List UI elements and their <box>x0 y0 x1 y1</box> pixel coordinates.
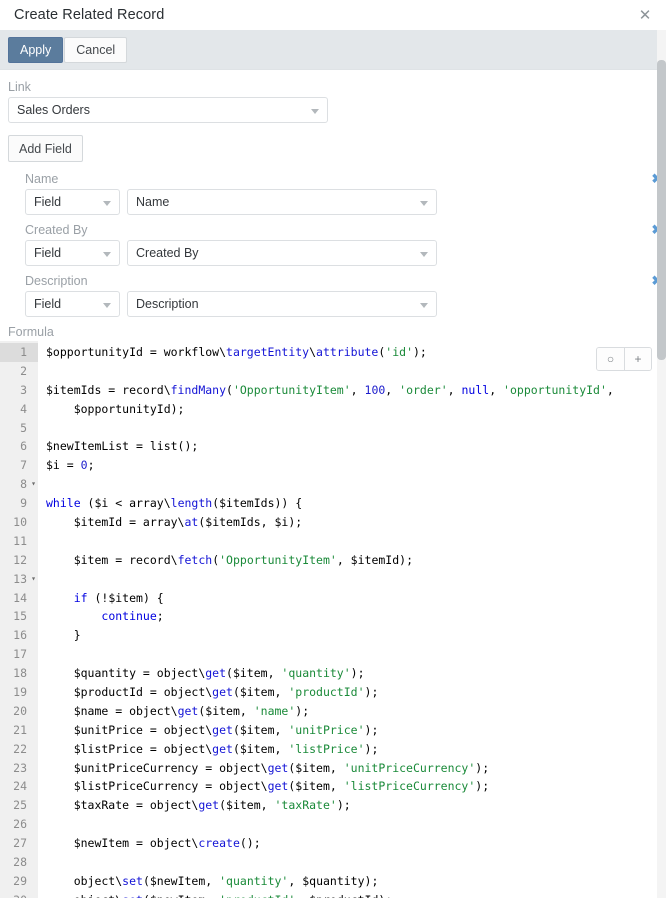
field-type-select[interactable]: Field <box>25 291 120 317</box>
line-number: 2 <box>20 363 27 378</box>
cancel-button[interactable]: Cancel <box>64 36 128 63</box>
field-row-label: Description <box>25 274 88 288</box>
line-number: 27 <box>13 836 27 851</box>
code-line: $quantity = object\get($item, 'quantity'… <box>46 666 365 681</box>
code-line: $productId = object\get($item, 'productI… <box>46 685 379 700</box>
code-line: while ($i < array\length($itemIds)) { <box>46 496 303 511</box>
line-number: 25 <box>13 798 27 813</box>
code-line: } <box>46 628 81 643</box>
table-row: Created By Field Created By ✖ <box>25 222 662 266</box>
field-value-select[interactable]: Name <box>127 189 437 215</box>
close-icon[interactable]: ✕ <box>633 3 657 27</box>
line-number: 6 <box>20 439 27 454</box>
table-row: Description Field Description ✖ <box>25 273 662 317</box>
code-line: $listPriceCurrency = object\get($item, '… <box>46 779 490 794</box>
scrollbar-thumb[interactable] <box>657 60 666 360</box>
code-line: $newItemList = list(); <box>46 439 199 454</box>
line-number: 8 ▾ <box>0 475 38 494</box>
line-number: 9 <box>20 496 27 511</box>
code-line: $itemId = array\at($itemIds, $i); <box>46 515 303 530</box>
field-type-select[interactable]: Field <box>25 240 120 266</box>
line-number: 7 <box>20 458 27 473</box>
code-line: $taxRate = object\get($item, 'taxRate'); <box>46 798 351 813</box>
line-number: 15 <box>13 609 27 624</box>
code-line: if (!$item) { <box>73 590 164 605</box>
dialog-body: Link Sales Orders Add Field Name Field N… <box>0 70 666 339</box>
dialog-header: Create Related Record ✕ <box>0 0 666 30</box>
code-line: $unitPriceCurrency = object\get($item, '… <box>46 760 490 775</box>
line-number: 24 <box>13 779 27 794</box>
code-line: $i = 0; <box>46 458 95 473</box>
code-line: $unitPrice = object\get($item, 'unitPric… <box>46 722 379 737</box>
table-row: Name Field Name ✖ <box>25 171 662 215</box>
link-field-group: Link Sales Orders <box>8 80 328 123</box>
apply-button[interactable]: Apply <box>8 36 64 63</box>
link-label: Link <box>8 80 31 94</box>
add-field-button[interactable]: Add Field <box>8 135 83 162</box>
line-number: 11 <box>13 533 27 548</box>
line-number: 18 <box>13 666 27 681</box>
code-content[interactable]: $opportunityId = workflow\targetEntity\a… <box>38 341 666 898</box>
code-line: $opportunityId = workflow\targetEntity\a… <box>46 345 427 359</box>
record-icon[interactable]: ○ <box>597 348 624 370</box>
line-number: 3 <box>20 382 27 397</box>
add-icon[interactable]: + <box>624 348 651 370</box>
line-number: 16 <box>13 628 27 643</box>
code-line: $newItem = object\create(); <box>46 836 261 851</box>
formula-label: Formula <box>8 325 54 339</box>
field-value-select[interactable]: Description <box>127 291 437 317</box>
line-number: 26 <box>13 817 27 832</box>
code-line: $itemIds = record\findMany('OpportunityI… <box>46 382 614 397</box>
line-number: 12 <box>13 552 27 567</box>
line-number: 1 <box>0 343 38 362</box>
fold-toggle-icon[interactable]: ▾ <box>31 475 36 494</box>
line-number: 29 <box>13 873 27 888</box>
line-number-gutter: 1 2 3 4 5 6 7 8 ▾ 9 10 11 12 13 ▾ 14 15 16 17 18 19 20 21 22 23 2… <box>0 341 38 898</box>
line-number: 5 <box>20 420 27 435</box>
code-line: $name = object\get($item, 'name'); <box>46 703 310 718</box>
field-value-select[interactable]: Created By <box>127 240 437 266</box>
formula-editor[interactable]: ○ + 1 2 3 4 5 6 7 8 ▾ 9 10 11 12 13 ▾ 14 15 16 17 18 19 20 21 2… <box>0 341 666 898</box>
line-number: 21 <box>13 722 27 737</box>
link-select[interactable]: Sales Orders <box>8 97 328 123</box>
line-number: 10 <box>13 515 27 530</box>
code-line: continue; <box>101 609 164 624</box>
line-number: 28 <box>13 855 27 870</box>
field-type-select[interactable]: Field <box>25 189 120 215</box>
dialog-toolbar: Apply Cancel <box>0 30 666 70</box>
line-number: 4 <box>20 401 27 416</box>
line-number: 23 <box>13 760 27 775</box>
editor-toolbar: ○ + <box>596 347 652 371</box>
scrollbar[interactable] <box>657 30 666 898</box>
field-row-label: Created By <box>25 223 88 237</box>
line-number: 14 <box>13 590 27 605</box>
code-line: object\set($newItem, 'productId', $produ… <box>46 891 666 898</box>
fold-toggle-icon[interactable]: ▾ <box>31 570 36 589</box>
code-line: $opportunityId); <box>46 401 185 416</box>
code-line: object\set($newItem, 'quantity', $quanti… <box>46 873 379 888</box>
create-related-record-dialog: Create Related Record ✕ Apply Cancel Lin… <box>0 0 666 898</box>
code-line: $item = record\fetch('OpportunityItem', … <box>46 552 413 567</box>
line-number: 17 <box>13 647 27 662</box>
line-number: 20 <box>13 703 27 718</box>
line-number: 30 <box>0 891 38 898</box>
field-row-list: Name Field Name ✖ Created By Field Creat… <box>8 171 662 317</box>
line-number: 22 <box>13 741 27 756</box>
field-row-label: Name <box>25 172 59 186</box>
code-editor-area[interactable]: 1 2 3 4 5 6 7 8 ▾ 9 10 11 12 13 ▾ 14 15 16 17 18 19 20 21 22 23 2… <box>0 341 666 898</box>
page-title: Create Related Record <box>14 7 165 23</box>
code-line: $listPrice = object\get($item, 'listPric… <box>46 741 379 756</box>
line-number: 13 ▾ <box>0 570 38 589</box>
line-number: 19 <box>13 685 27 700</box>
